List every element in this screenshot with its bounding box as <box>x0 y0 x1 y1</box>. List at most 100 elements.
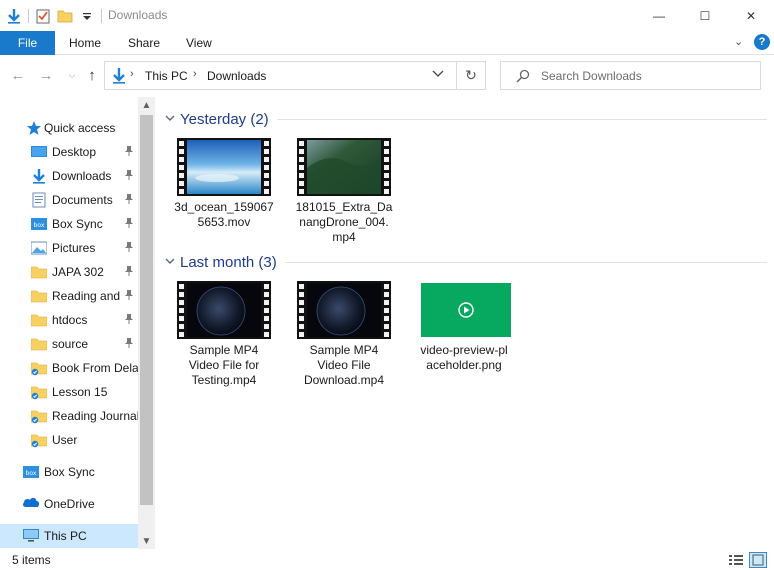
pin-icon[interactable] <box>124 313 134 325</box>
group-divider <box>285 262 767 263</box>
recent-locations-icon[interactable]: ⌵ <box>64 66 80 84</box>
nav-item-pictures[interactable]: Pictures <box>0 236 138 260</box>
close-button[interactable]: ✕ <box>728 0 774 31</box>
tab-view[interactable]: View <box>186 36 212 50</box>
help-icon[interactable]: ? <box>754 34 770 50</box>
file-name: 3d_ocean_159067 5653.mov <box>174 200 274 229</box>
address-row: ← → ⌵ ↑ › This PC › Downloads ↻ Search D… <box>0 55 774 97</box>
synced-folder-icon <box>30 360 48 376</box>
group-header[interactable]: Last month (3) <box>163 250 771 274</box>
scroll-up-icon[interactable]: ▲ <box>138 97 155 113</box>
nav-item-label: Desktop <box>52 145 97 159</box>
file-item[interactable]: Sample MP4 Video File for Testing.mp4 <box>167 281 271 401</box>
title-bar: Downloads — ☐ ✕ <box>0 0 774 31</box>
pictures-icon <box>30 240 48 256</box>
nav-item-user[interactable]: User <box>0 428 138 452</box>
nav-item-book-from-delay[interactable]: Book From Delay <box>0 356 138 380</box>
nav-item-reading-journals[interactable]: Reading Journals <box>0 404 138 428</box>
file-item[interactable]: 3d_ocean_159067 5653.mov <box>167 138 274 258</box>
forward-arrow-icon[interactable]: → <box>38 66 54 84</box>
nav-item-lesson-15[interactable]: Lesson 15 <box>0 380 138 404</box>
address-dropdown-icon[interactable] <box>432 67 444 81</box>
minimize-icon: — <box>653 8 665 23</box>
nav-item-reading-and[interactable]: Reading and <box>0 284 138 308</box>
nav-item-label: htdocs <box>52 313 88 327</box>
nav-item-desktop[interactable]: Desktop <box>0 140 138 164</box>
refresh-icon: ↻ <box>465 67 477 83</box>
nav-item-documents[interactable]: Documents <box>0 188 138 212</box>
nav-item-label: Quick access <box>44 121 116 135</box>
up-arrow-icon[interactable]: ↑ <box>84 66 100 84</box>
pin-icon[interactable] <box>124 289 134 301</box>
new-folder-icon[interactable] <box>57 8 73 24</box>
tab-home[interactable]: Home <box>69 36 101 50</box>
tab-file[interactable]: File <box>0 31 55 55</box>
scroll-down-icon[interactable]: ▼ <box>138 533 155 549</box>
group-header[interactable]: Yesterday (2) <box>163 107 771 131</box>
image-thumbnail <box>417 281 511 339</box>
expand-ribbon-icon[interactable]: ⌄ <box>734 35 743 48</box>
nav-item-label: This PC <box>44 529 87 543</box>
downloads-icon <box>31 168 47 184</box>
file-item[interactable]: 181015_Extra_Da nangDrone_004. mp4 <box>287 138 392 258</box>
breadcrumb-chevron-icon[interactable]: › <box>130 68 134 80</box>
nav-item-label: Book From Delay <box>52 361 138 375</box>
nav-item-label: Downloads <box>52 169 112 183</box>
pin-icon[interactable] <box>124 169 134 181</box>
nav-item-box-sync[interactable]: box Box Sync <box>0 212 138 236</box>
address-bar[interactable]: › This PC › Downloads <box>104 61 457 90</box>
nav-item-downloads[interactable]: Downloads <box>0 164 138 188</box>
nav-item-source[interactable]: source <box>0 332 138 356</box>
scrollbar-thumb[interactable] <box>140 115 153 505</box>
details-view-icon[interactable] <box>727 552 745 568</box>
tab-share[interactable]: Share <box>128 36 160 50</box>
large-icons-view-icon[interactable] <box>749 552 767 568</box>
video-thumbnail <box>177 281 271 339</box>
file-item[interactable]: video-preview-pl aceholder.png <box>407 281 511 401</box>
synced-folder-icon <box>30 432 48 448</box>
nav-item-label: Box Sync <box>52 217 103 231</box>
pin-icon[interactable] <box>124 193 134 205</box>
nav-this-pc[interactable]: This PC <box>0 524 138 548</box>
pin-icon[interactable] <box>124 265 134 277</box>
breadcrumb-chevron-icon[interactable]: › <box>193 68 197 80</box>
customize-dropdown-icon[interactable] <box>79 8 95 24</box>
nav-item-japa-302[interactable]: JAPA 302 <box>0 260 138 284</box>
file-name: Sample MP4 Video File for Testing.mp4 <box>188 343 260 387</box>
pin-icon[interactable] <box>124 145 134 157</box>
desktop-icon <box>31 144 47 160</box>
pin-icon[interactable] <box>124 241 134 253</box>
nav-item-label: Reading and <box>52 289 121 303</box>
nav-item-label: JAPA 302 <box>52 265 104 279</box>
refresh-button[interactable]: ↻ <box>457 61 486 90</box>
search-icon <box>516 69 530 86</box>
nav-item-htdocs[interactable]: htdocs <box>0 308 138 332</box>
file-name: Sample MP4 Video File Download.mp4 <box>303 343 385 387</box>
pin-icon[interactable] <box>124 217 134 229</box>
breadcrumb-downloads[interactable]: Downloads <box>207 69 266 83</box>
search-input[interactable]: Search Downloads <box>500 61 761 90</box>
minimize-button[interactable]: — <box>636 0 682 31</box>
back-arrow-icon[interactable]: ← <box>10 66 26 84</box>
download-arrow-icon[interactable] <box>6 8 22 24</box>
synced-folder-icon <box>30 384 48 400</box>
breadcrumb-this-pc[interactable]: This PC <box>145 69 188 83</box>
group-divider <box>277 119 767 120</box>
nav-box-sync[interactable]: box Box Sync <box>0 460 138 484</box>
nav-quick-access[interactable]: Quick access <box>0 116 138 140</box>
nav-item-label: source <box>52 337 89 351</box>
box-icon: box <box>31 216 47 232</box>
nav-item-label: Box Sync <box>44 465 95 479</box>
nav-onedrive[interactable]: OneDrive <box>0 492 138 516</box>
pin-icon[interactable] <box>124 337 134 349</box>
properties-icon[interactable] <box>35 8 51 24</box>
nav-scrollbar[interactable]: ▲ ▼ <box>138 97 155 549</box>
maximize-button[interactable]: ☐ <box>682 0 728 31</box>
folder-icon <box>30 336 48 352</box>
documents-icon <box>31 192 47 208</box>
file-item[interactable]: Sample MP4 Video File Download.mp4 <box>287 281 391 401</box>
status-bar: 5 items <box>0 549 774 570</box>
quick-access-toolbar <box>6 6 102 26</box>
collapse-chevron-icon[interactable] <box>164 255 176 267</box>
collapse-chevron-icon[interactable] <box>164 112 176 124</box>
